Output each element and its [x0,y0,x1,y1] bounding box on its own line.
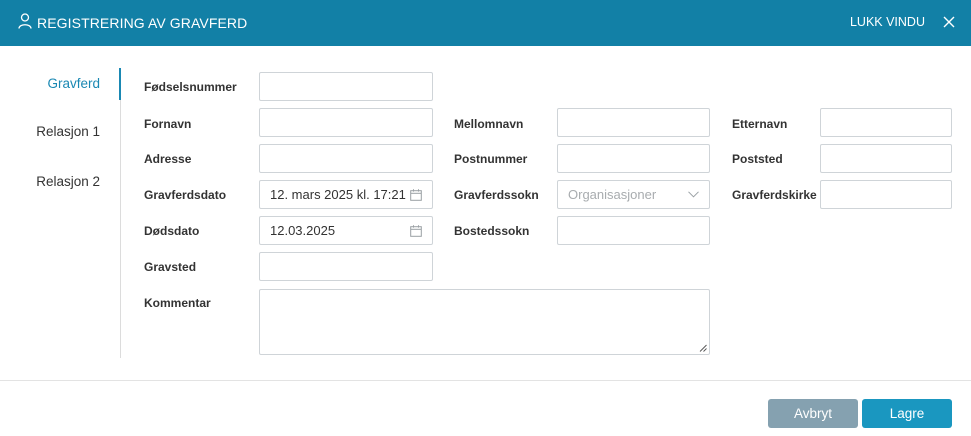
mellomnavn-input[interactable] [557,108,710,137]
gravferdsdato-input[interactable]: 12. mars 2025 kl. 17:21 [259,180,433,209]
adresse-input[interactable] [259,144,433,173]
gravferdssokn-placeholder: Organisasjoner [568,187,657,202]
dodsdato-input[interactable]: 12.03.2025 [259,216,433,245]
save-button[interactable]: Lagre [862,399,952,428]
fodselsnummer-input[interactable] [259,72,433,101]
gravsted-label: Gravsted [144,260,197,274]
kommentar-textarea[interactable] [259,289,710,355]
postnummer-input[interactable] [557,144,710,173]
dialog-title: REGISTRERING AV GRAVFERD [37,15,248,31]
resize-handle-icon[interactable] [699,344,707,352]
cancel-button[interactable]: Avbryt [768,399,858,428]
mellomnavn-label: Mellomnavn [454,117,524,131]
gravferdsdato-value: 12. mars 2025 kl. 17:21 [270,187,406,202]
gravferdssokn-label: Gravferdssokn [454,188,539,202]
user-icon [18,13,32,29]
poststed-label: Poststed [732,152,783,166]
adresse-label: Adresse [144,152,192,166]
bostedssokn-input[interactable] [557,216,710,245]
footer-divider [0,380,971,381]
side-navigation: Gravferd Relasjon 1 Relasjon 2 [0,68,121,358]
nav-item-relasjon-1[interactable]: Relasjon 1 [36,124,100,139]
nav-item-relasjon-2[interactable]: Relasjon 2 [36,174,100,189]
nav-item-gravferd[interactable]: Gravferd [47,76,100,91]
gravferdskirke-input[interactable] [820,180,952,209]
dodsdato-value: 12.03.2025 [270,223,336,238]
calendar-icon[interactable] [410,189,422,201]
fornavn-label: Fornavn [144,117,192,131]
calendar-icon[interactable] [410,225,422,237]
close-icon[interactable] [943,16,955,28]
active-tab-indicator [119,68,121,100]
gravsted-input[interactable] [259,252,433,281]
gravferdskirke-label: Gravferdskirke [732,188,817,202]
bostedssokn-label: Bostedssokn [454,224,530,238]
fodselsnummer-label: Fødselsnummer [144,80,237,94]
etternavn-label: Etternavn [732,117,788,131]
gravferdsdato-label: Gravferdsdato [144,188,227,202]
poststed-input[interactable] [820,144,952,173]
gravferdssokn-select[interactable]: Organisasjoner [557,180,710,209]
etternavn-input[interactable] [820,108,952,137]
dodsdato-label: Dødsdato [144,224,200,238]
postnummer-label: Postnummer [454,152,528,166]
close-window-button[interactable]: LUKK VINDU [850,15,925,29]
chevron-down-icon [688,191,699,198]
dialog-header: REGISTRERING AV GRAVFERD LUKK VINDU [0,0,971,46]
fornavn-input[interactable] [259,108,433,137]
kommentar-label: Kommentar [144,296,211,310]
